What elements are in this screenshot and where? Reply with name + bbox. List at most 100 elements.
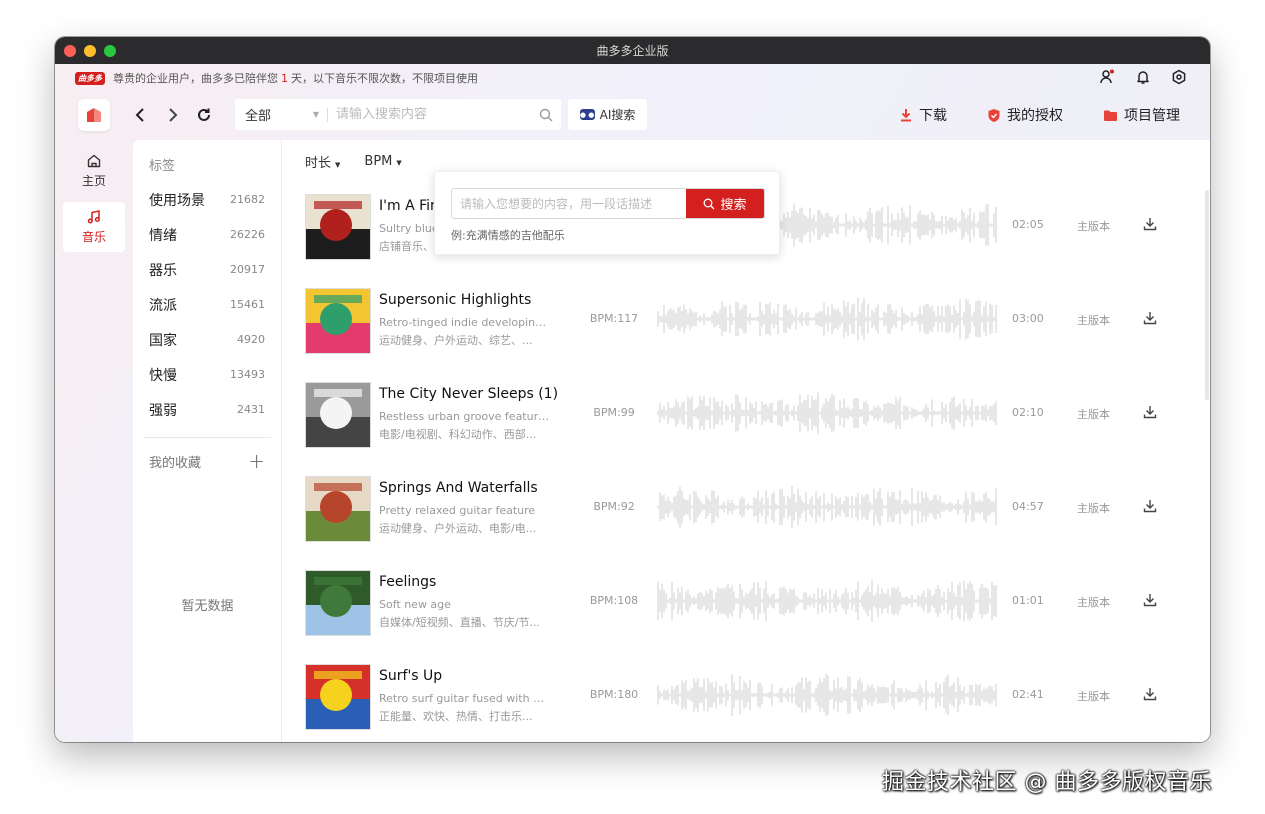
category-select[interactable]: 全部 ▼ [235,105,327,124]
user-icon[interactable] [1098,68,1116,86]
close-window-button[interactable] [64,45,76,57]
tag-label: 强弱 [149,402,177,419]
zoom-window-button[interactable] [104,45,116,57]
app-body: 曲多多 尊贵的企业用户，曲多多已陪伴您 1 天，以下音乐不限次数，不限项目使用 [55,64,1210,742]
notice-suffix: 天，以下音乐不限次数，不限项目使用 [291,72,478,85]
track-title[interactable]: Feelings [379,574,559,590]
waveform[interactable] [657,482,997,532]
sidebar-item-music[interactable]: 音乐 [63,202,125,252]
album-cover[interactable] [305,664,371,730]
tag-column: 标签 使用场景 21682 情绪 26226 器乐 20917 流派 15461 国家 4920 快… [133,140,282,742]
back-button[interactable] [129,104,151,126]
album-cover[interactable] [305,382,371,448]
download-icon[interactable] [1142,404,1158,420]
album-cover[interactable] [305,194,371,260]
track-description: Retro surf guitar fused with hig... [379,692,551,705]
track-row[interactable]: The City Never Sleeps (1) Restless urban … [283,378,1210,472]
filter-bpm[interactable]: BPM ▼ [364,154,401,169]
waveform[interactable] [657,294,997,344]
my-license-action[interactable]: 我的授权 [987,105,1063,125]
app-window: 曲多多企业版 曲多多 尊贵的企业用户，曲多多已陪伴您 1 天，以下音乐不限次数，… [55,37,1210,742]
tag-label: 国家 [149,332,177,349]
track-description: Retro-tinged indie developing i... [379,316,551,329]
tag-label: 流派 [149,297,177,314]
search-bar: 全部 ▼ [235,99,561,130]
track-bpm: BPM:180 [589,688,639,701]
caret-down-icon: ▼ [396,158,402,167]
tag-label: 器乐 [149,262,177,279]
forward-button[interactable] [162,104,184,126]
download-icon[interactable] [1142,216,1158,232]
waveform[interactable] [657,670,997,720]
track-bpm: BPM:117 [589,312,639,325]
filter-duration[interactable]: 时长 ▼ [305,152,340,171]
sidebar-music-label: 音乐 [81,230,106,244]
album-cover[interactable] [305,288,371,354]
screenshot-stage: 曲多多企业版 曲多多 尊贵的企业用户，曲多多已陪伴您 1 天，以下音乐不限次数，… [0,0,1265,814]
search-input[interactable] [328,107,531,122]
tag-count: 26226 [230,228,265,241]
app-logo[interactable] [78,99,110,131]
track-version[interactable]: 主版本 [1077,312,1110,328]
settings-icon[interactable] [1170,68,1188,86]
bell-icon[interactable] [1134,68,1152,86]
tag-row[interactable]: 器乐 20917 [133,252,281,287]
track-version[interactable]: 主版本 [1077,594,1110,610]
track-title[interactable]: Surf's Up [379,668,559,684]
tag-row[interactable]: 使用场景 21682 [133,182,281,217]
download-action[interactable]: 下载 [899,105,947,125]
tag-label: 快慢 [149,367,177,384]
track-title[interactable]: Springs And Waterfalls [379,480,559,496]
tag-row[interactable]: 快慢 13493 [133,357,281,392]
download-icon[interactable] [1142,686,1158,702]
track-tags: 电影/电视剧、科幻动作、西部... [379,428,537,441]
tag-label: 使用场景 [149,192,205,209]
ai-search-button[interactable]: ● ● AI搜索 [568,99,647,130]
favorites-label: 我的收藏 [149,455,202,471]
track-duration: 03:00 [1012,312,1044,325]
track-description: Restless urban groove featurin... [379,410,551,423]
ai-robot-icon: ● ● [579,109,595,120]
tag-label: 情绪 [149,227,177,244]
track-row[interactable]: Surf's Up Retro surf guitar fused with hi… [283,660,1210,742]
download-icon[interactable] [1142,592,1158,608]
minimize-window-button[interactable] [84,45,96,57]
chevron-left-icon [135,108,144,122]
refresh-button[interactable] [193,104,215,126]
notice-days: 1 [281,71,288,85]
track-row[interactable]: Springs And Waterfalls Pretty relaxed gui… [283,472,1210,566]
album-cover[interactable] [305,570,371,636]
track-version[interactable]: 主版本 [1077,406,1110,422]
track-description: Soft new age [379,598,451,611]
tag-count: 2431 [237,403,265,416]
track-bpm: BPM:92 [593,500,635,513]
add-favorite-plus-icon[interactable]: + [248,449,265,473]
track-version[interactable]: 主版本 [1077,688,1110,704]
track-title[interactable]: Supersonic Highlights [379,292,559,308]
tag-row[interactable]: 情绪 26226 [133,217,281,252]
track-title[interactable]: The City Never Sleeps (1) [379,386,559,402]
track-row[interactable]: Feelings Soft new age 自媒体/短视频、直播、节庆/节... BP… [283,566,1210,660]
traffic-lights [64,45,116,57]
album-cover[interactable] [305,476,371,542]
download-icon[interactable] [1142,310,1158,326]
ai-search-submit-button[interactable]: 搜索 [686,189,764,218]
waveform[interactable] [657,576,997,626]
project-management-action[interactable]: 项目管理 [1103,105,1180,125]
home-icon [87,154,101,168]
ai-search-input[interactable] [452,189,686,218]
tag-row[interactable]: 流派 15461 [133,287,281,322]
ai-search-example: 例:充满情感的吉他配乐 [451,229,565,242]
track-row[interactable]: Supersonic Highlights Retro-tinged indie … [283,284,1210,378]
track-version[interactable]: 主版本 [1077,500,1110,516]
waveform[interactable] [657,388,997,438]
tag-row[interactable]: 国家 4920 [133,322,281,357]
search-icon[interactable] [531,108,561,122]
download-icon[interactable] [1142,498,1158,514]
scrollbar-thumb[interactable] [1205,190,1209,400]
favorites-empty-text: 暂无数据 [181,599,234,614]
track-version[interactable]: 主版本 [1077,218,1110,234]
tag-row[interactable]: 强弱 2431 [133,392,281,427]
sidebar-item-home[interactable]: 主页 [63,146,125,196]
ai-search-submit-label: 搜索 [720,198,747,213]
